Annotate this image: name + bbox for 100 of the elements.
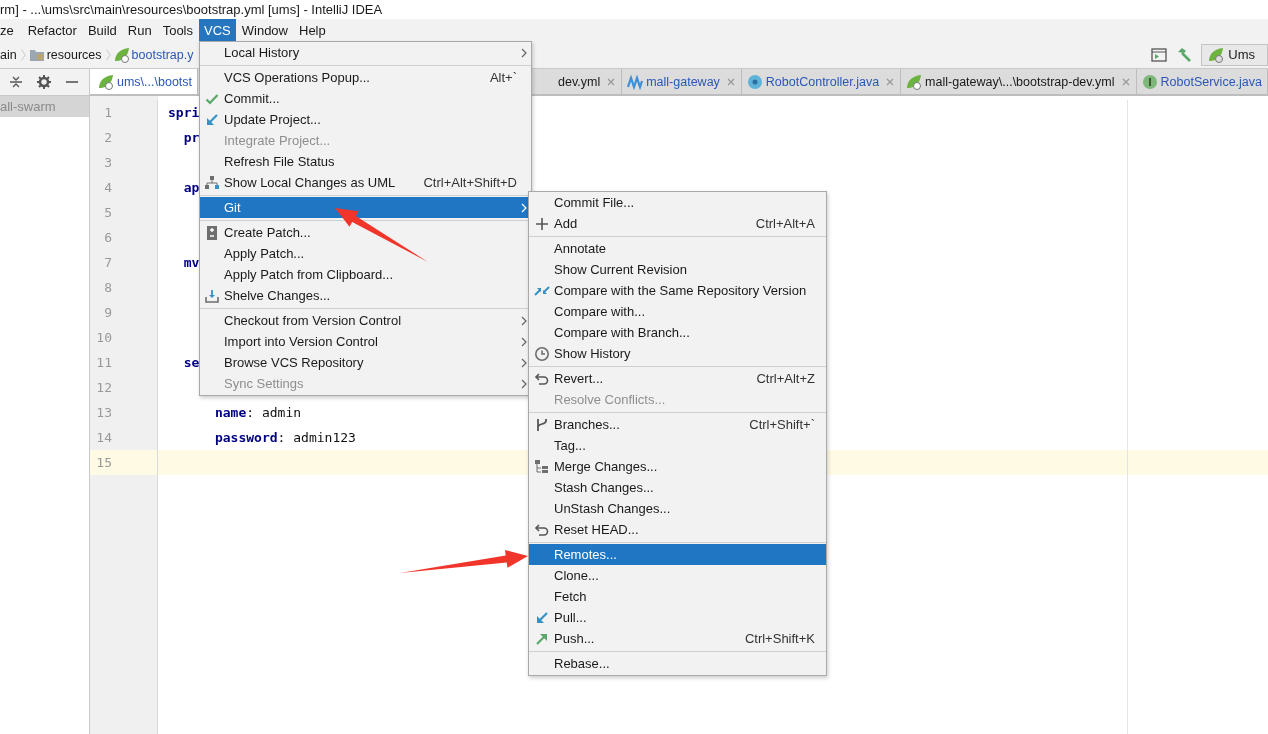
merge-icon	[533, 458, 550, 475]
menu-item[interactable]: Push... Ctrl+Shift+K	[529, 628, 826, 649]
close-icon[interactable]	[725, 76, 736, 87]
menu-item[interactable]: Create Patch...	[200, 222, 531, 243]
line-number: 2	[103, 130, 112, 145]
clock-icon	[533, 345, 550, 362]
code-line: se	[182, 355, 200, 370]
menu-item[interactable]: Compare with...	[529, 301, 826, 322]
shortcut-text: Alt+`	[488, 70, 517, 85]
line-number: 12	[95, 380, 112, 395]
menu-item[interactable]: Annotate	[529, 238, 826, 259]
line-number: 11	[95, 355, 112, 370]
code-line: spri	[168, 105, 200, 120]
shortcut-text: Ctrl+Shift+K	[743, 631, 815, 646]
menu-item[interactable]: VCS Operations Popup... Alt+`	[200, 67, 531, 88]
menu-item[interactable]: UnStash Changes...	[529, 498, 826, 519]
menu-item[interactable]: Browse VCS Repository	[200, 352, 531, 373]
menu-item[interactable]: Apply Patch...	[200, 243, 531, 264]
line-number: 8	[103, 280, 112, 295]
menu-item[interactable]: Revert... Ctrl+Alt+Z	[529, 368, 826, 389]
menu-item[interactable]: Shelve Changes...	[200, 285, 531, 306]
menu-item[interactable]: Update Project...	[200, 109, 531, 130]
circle-icon	[746, 73, 763, 90]
menu-item[interactable]: Add Ctrl+Alt+A	[529, 213, 826, 234]
line-number: 5	[103, 205, 112, 220]
menu-bar-item[interactable]: Refactor	[22, 19, 82, 41]
breadcrumb[interactable]: bootstrap.y	[113, 46, 194, 63]
code-line: ap	[182, 180, 200, 195]
menu-bar-item[interactable]: Run	[122, 19, 157, 41]
code-line: name: admin	[213, 405, 302, 420]
line-number: 13	[95, 405, 112, 420]
shortcut-text: Ctrl+Alt+Z	[755, 371, 815, 386]
menu-item[interactable]: Clone...	[529, 565, 826, 586]
editor-tab[interactable]: ums\...\bootst	[90, 69, 199, 94]
line-number: 4	[103, 180, 112, 195]
code-line: mv	[182, 255, 200, 270]
undo-icon	[533, 521, 550, 538]
download-icon	[204, 287, 220, 304]
menu-item[interactable]: Show Current Revision	[529, 259, 826, 280]
menu-item[interactable]: Fetch	[529, 586, 826, 607]
menu-item[interactable]: Commit...	[200, 88, 531, 109]
hammer-icon[interactable]	[1176, 46, 1193, 63]
close-icon[interactable]	[1120, 76, 1131, 87]
menu-item[interactable]: Stash Changes...	[529, 477, 826, 498]
run-config-selector[interactable]: Ums	[1201, 43, 1268, 66]
menu-item[interactable]: Pull...	[529, 607, 826, 628]
menu-bar-item[interactable]: Help	[294, 19, 331, 41]
shortcut-text: Ctrl+Alt+A	[754, 216, 815, 231]
line-number: 10	[95, 330, 112, 345]
plus-icon	[533, 215, 550, 232]
breadcrumb[interactable]: resources	[28, 46, 102, 63]
leaf-icon	[113, 46, 130, 63]
menu-item[interactable]: Show Local Changes as UML Ctrl+Alt+Shift+D	[200, 172, 531, 193]
arrow-icon	[204, 111, 220, 128]
line-number: 15	[95, 455, 112, 470]
line-number: 14	[95, 430, 112, 445]
editor-tab[interactable]: mall-gateway	[622, 69, 742, 94]
code-line: pr	[182, 130, 200, 145]
menu-item[interactable]: Local History	[200, 42, 531, 63]
line-number: 7	[103, 255, 112, 270]
window-title: rm] - ...\ums\src\main\resources\bootstrap.yml [ums] - IntelliJ IDEA	[0, 2, 383, 17]
menu-item[interactable]: Compare with the Same Repository Version	[529, 280, 826, 301]
diagram-icon	[204, 174, 220, 191]
menu-item[interactable]: Show History	[529, 343, 826, 364]
menu-item[interactable]: Git	[200, 197, 531, 218]
shortcut-text: Ctrl+Shift+`	[748, 417, 815, 432]
menu-bar-item[interactable]: VCS	[199, 19, 236, 41]
undo-icon	[533, 370, 550, 387]
menu-bar-item[interactable]: ze	[0, 19, 19, 41]
editor-tab[interactable]: dev.yml	[553, 69, 623, 94]
menu-item[interactable]: Reset HEAD...	[529, 519, 826, 540]
menu-item[interactable]: Branches... Ctrl+Shift+`	[529, 414, 826, 435]
line-number: 3	[103, 155, 112, 170]
menu-item[interactable]: Checkout from Version Control	[200, 310, 531, 331]
close-icon[interactable]	[885, 76, 896, 87]
editor-tab[interactable]: RobotController.java	[741, 69, 902, 94]
code-line: password: admin123	[213, 430, 356, 445]
line-number: 6	[103, 230, 112, 245]
menu-item[interactable]: Apply Patch from Clipboard...	[200, 264, 531, 285]
menu-item[interactable]: Commit File...	[529, 192, 826, 213]
menu-bar-item[interactable]: Build	[82, 19, 122, 41]
circle-icon	[1141, 73, 1158, 90]
close-icon[interactable]	[606, 76, 617, 87]
menu-bar-item[interactable]: Window	[236, 19, 293, 41]
menu-item[interactable]: Refresh File Status	[200, 151, 531, 172]
menu-item[interactable]: Merge Changes...	[529, 456, 826, 477]
leaf-icon	[98, 73, 114, 90]
menu-item[interactable]: Rebase...	[529, 653, 826, 674]
menu-item[interactable]: Tag...	[529, 435, 826, 456]
editor-tab[interactable]: mall-gateway\...\bootstrap-dev.yml	[901, 69, 1137, 94]
menu-item[interactable]: Import into Version Control	[200, 331, 531, 352]
run-window-icon[interactable]	[1151, 46, 1168, 63]
collapse-icon[interactable]	[8, 74, 24, 90]
editor-tab[interactable]: RobotService.java	[1136, 69, 1268, 94]
menu-bar-item[interactable]: Tools	[157, 19, 198, 41]
breadcrumb[interactable]: ain	[0, 47, 17, 62]
menu-item[interactable]: Compare with Branch...	[529, 322, 826, 343]
settings-icon[interactable]	[36, 74, 52, 90]
menu-item[interactable]: Remotes...	[529, 544, 826, 565]
leaf-icon	[1208, 46, 1225, 63]
